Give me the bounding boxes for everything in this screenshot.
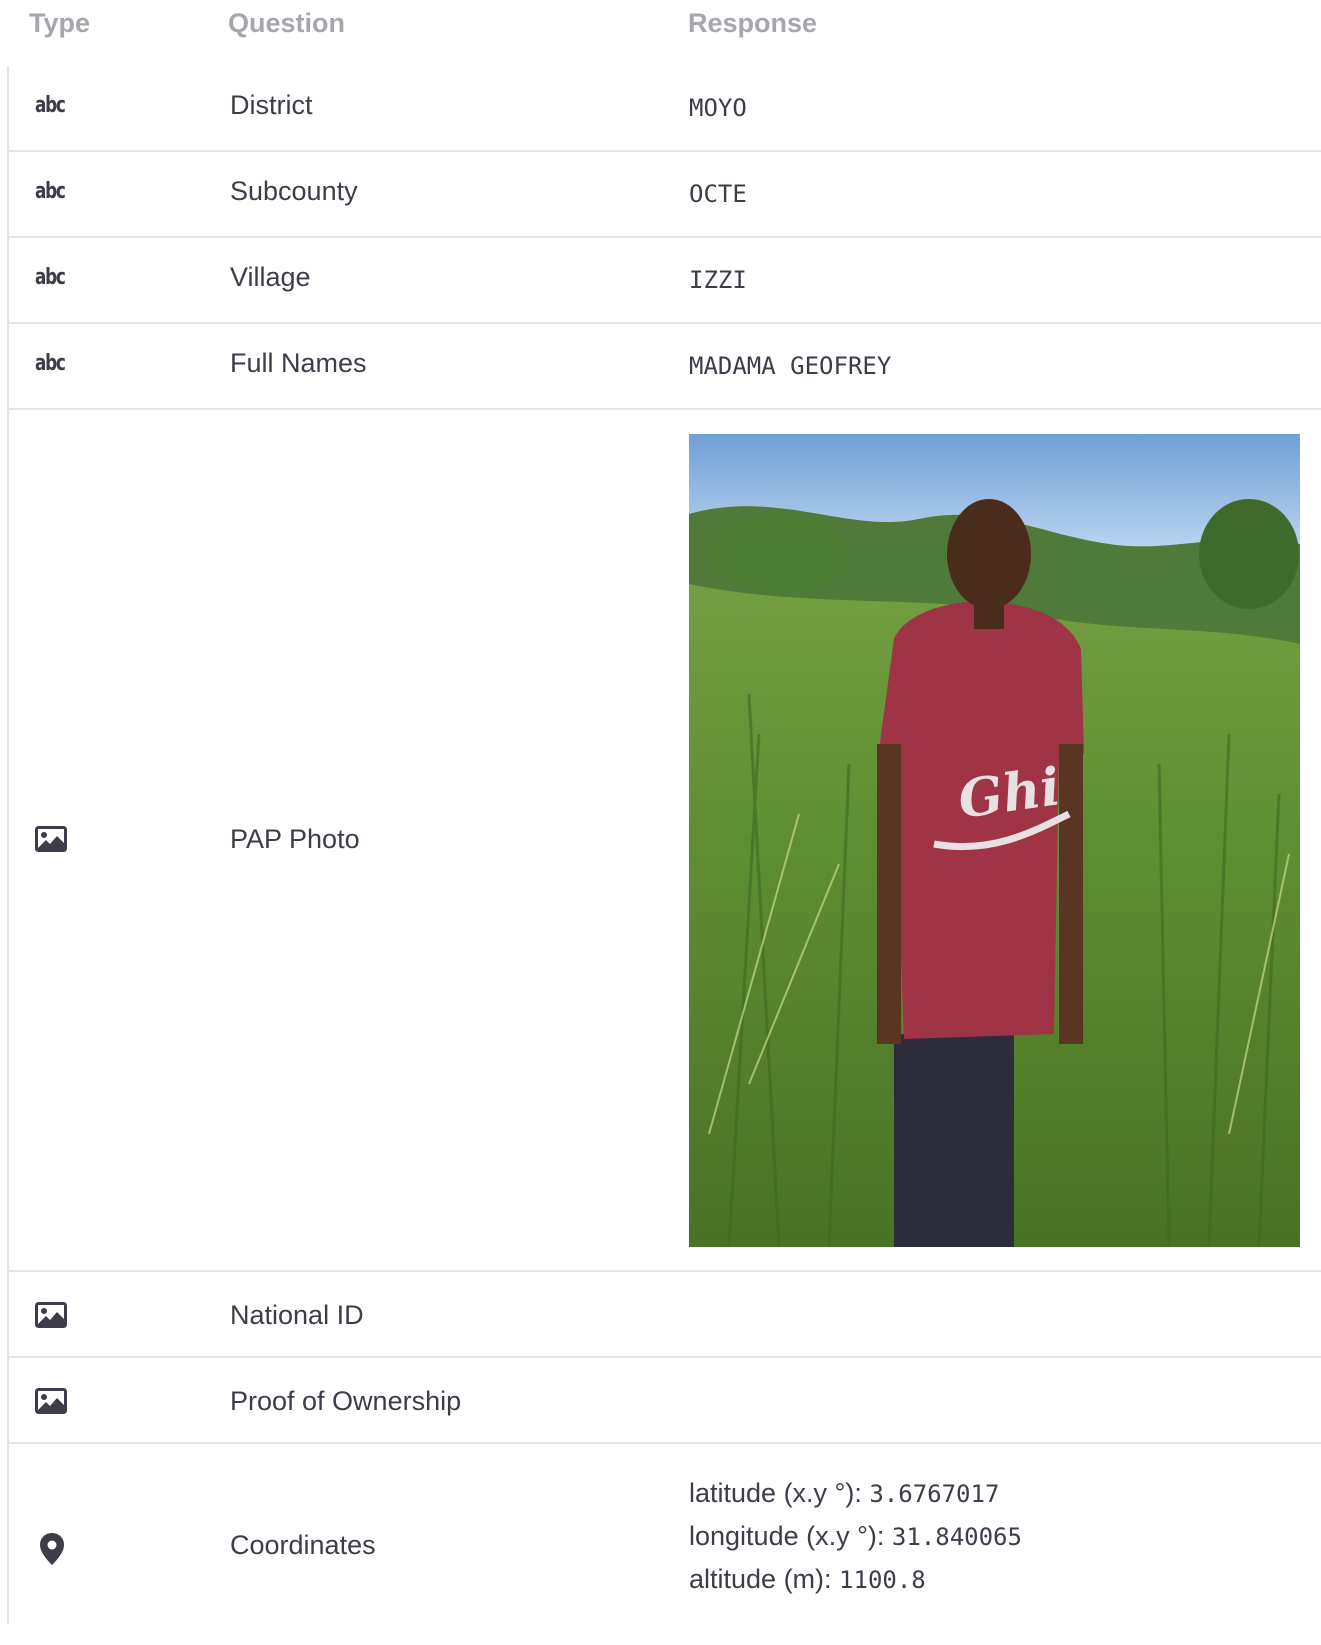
altitude-value: 1100.8 [839,1566,926,1594]
pap-photo[interactable]: Ghi [689,434,1300,1248]
question-label: Coordinates [230,1530,376,1560]
header-type[interactable]: Type [29,8,90,39]
table-row: abc District MOYO [9,66,1321,152]
text-type-icon: abc [35,93,66,118]
question-label: Subcounty [230,176,358,206]
submission-table: Type Question Response abc District MOYO… [0,0,1321,1645]
header-question[interactable]: Question [228,8,345,39]
longitude-label: longitude (x.y °): [689,1521,892,1551]
table-row: abc Subcounty OCTE [9,152,1321,238]
response-value: MADAMA GEOFREY [689,352,892,380]
text-type-icon: abc [35,179,66,204]
question-label: Proof of Ownership [230,1386,462,1416]
image-icon [35,826,67,852]
longitude-line: longitude (x.y °): 31.840065 [689,1515,1022,1558]
question-label: District [230,90,313,120]
table-body: abc District MOYO abc Subcounty OCTE abc… [7,66,1321,1624]
map-pin-icon [39,1532,65,1566]
header-response[interactable]: Response [688,8,817,39]
question-label: Full Names [230,348,367,378]
response-value: OCTE [689,180,747,208]
altitude-line: altitude (m): 1100.8 [689,1558,1022,1601]
table-row: abc Village IZZI [9,238,1321,324]
latitude-line: latitude (x.y °): 3.6767017 [689,1472,1022,1515]
latitude-label: latitude (x.y °): [689,1478,870,1508]
text-type-icon: abc [35,351,66,376]
latitude-value: 3.6767017 [869,1480,1000,1508]
table-row: National ID [9,1272,1321,1358]
table-header: Type Question Response [0,0,1321,66]
image-icon [35,1388,67,1414]
table-row: Proof of Ownership [9,1358,1321,1444]
text-type-icon: abc [35,265,66,290]
table-row: Coordinates latitude (x.y °): 3.6767017 … [9,1444,1321,1624]
coordinates-value: latitude (x.y °): 3.6767017 longitude (x… [689,1472,1022,1601]
response-value: IZZI [689,266,747,294]
question-label: Village [230,262,311,292]
altitude-label: altitude (m): [689,1564,840,1594]
longitude-value: 31.840065 [891,1523,1022,1551]
question-label: National ID [230,1300,364,1330]
question-label: PAP Photo [230,824,360,854]
response-value: MOYO [689,94,747,122]
table-row: PAP Photo Ghi [9,410,1321,1272]
image-icon [35,1302,67,1328]
table-row: abc Full Names MADAMA GEOFREY [9,324,1321,410]
